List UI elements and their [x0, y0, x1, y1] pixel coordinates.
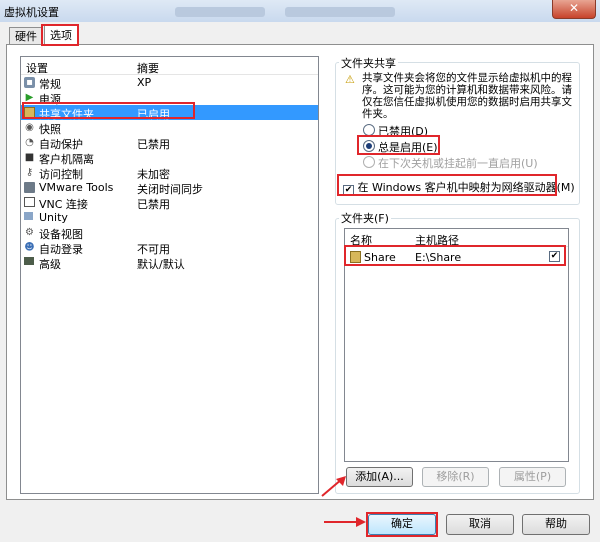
settings-item-access-control[interactable]: ⚷ 访问控制 未加密	[21, 165, 318, 181]
radio-circle	[363, 140, 375, 152]
window-title: 虚拟机设置	[4, 6, 59, 19]
settings-item-general[interactable]: ▪ 常规 XP	[21, 75, 318, 91]
radio-label: 已禁用(D)	[378, 125, 429, 138]
help-button[interactable]: 帮助	[522, 514, 590, 535]
settings-item-name: VMware Tools	[39, 181, 114, 194]
folder-sharing-description: 共享文件夹会将您的文件显示给虚拟机中的程序。这可能为您的计算机和数据带来风险。请…	[362, 72, 572, 120]
settings-item-summary: XP	[137, 76, 152, 89]
autoprotect-icon: ◔	[25, 137, 34, 148]
folder-sharing-title: 文件夹共享	[339, 55, 398, 71]
cancel-button[interactable]: 取消	[446, 514, 514, 535]
settings-item-summary: 默认/默认	[137, 258, 185, 271]
settings-item-vnc[interactable]: VNC 连接 已禁用	[21, 195, 318, 211]
title-bar-blur	[285, 7, 395, 17]
folder-properties-button[interactable]: 属性(P)	[499, 467, 566, 487]
tab-hardware[interactable]: 硬件	[9, 27, 43, 45]
unity-icon	[24, 212, 33, 220]
settings-item-name: 高级	[39, 258, 61, 271]
general-icon: ▪	[24, 77, 35, 88]
settings-item-autoprotect[interactable]: ◔ 自动保护 已禁用	[21, 135, 318, 151]
settings-item-unity[interactable]: Unity	[21, 210, 318, 225]
settings-item-vmware-tools[interactable]: VMware Tools 关闭时间同步	[21, 180, 318, 196]
annotation-arrow-ok	[324, 517, 366, 527]
settings-item-autologin[interactable]: ☻ 自动登录 不可用	[21, 240, 318, 256]
title-bar: 虚拟机设置 ✕	[0, 0, 600, 22]
checkbox-box: ✔	[343, 185, 354, 196]
close-button[interactable]: ✕	[552, 0, 596, 19]
settings-item-shared-folders[interactable]: 共享文件夹 已启用	[21, 105, 318, 121]
radio-label: 在下次关机或挂起前一直启用(U)	[378, 157, 538, 170]
power-play-icon: ▶	[25, 92, 34, 103]
settings-item-power[interactable]: ▶ 电源	[21, 90, 318, 106]
snapshot-icon: ◉	[25, 122, 34, 133]
column-header-summary[interactable]: 摘要	[137, 60, 159, 76]
folders-list-header: 名称 主机路径	[345, 229, 568, 247]
access-control-icon: ⚷	[25, 167, 34, 178]
settings-list-header: 设置 摘要	[21, 57, 318, 75]
column-header-setting[interactable]: 设置	[26, 60, 48, 76]
map-network-drive-label: 在 Windows 客户机中映射为网络驱动器(M)	[357, 181, 575, 194]
settings-item-name: Unity	[39, 211, 68, 224]
column-header-name[interactable]: 名称	[350, 232, 372, 248]
shared-folder-icon	[24, 107, 35, 118]
settings-item-guest-isolation[interactable]: ■ 客户机隔离	[21, 150, 318, 166]
radio-circle	[363, 124, 375, 136]
radio-circle	[363, 156, 375, 168]
tab-options[interactable]: 选项	[44, 25, 78, 46]
folders-title: 文件夹(F)	[339, 210, 391, 226]
radio-disabled-option[interactable]: 已禁用(D)	[363, 123, 428, 139]
settings-item-device-view[interactable]: ⚙ 设备视图	[21, 225, 318, 241]
remove-folder-button[interactable]: 移除(R)	[422, 467, 489, 487]
vnc-icon	[24, 197, 35, 207]
column-header-host-path[interactable]: 主机路径	[415, 232, 459, 248]
settings-item-snapshot[interactable]: ◉ 快照	[21, 120, 318, 136]
folder-row[interactable]: Share E:\Share ✔	[345, 248, 568, 266]
annotation-arrow-add	[321, 476, 346, 497]
autologin-icon: ☻	[24, 242, 35, 253]
folder-name: Share	[364, 251, 396, 264]
vmware-tools-icon	[24, 182, 35, 193]
ok-button[interactable]: 确定	[368, 514, 436, 535]
radio-until-shutdown[interactable]: 在下次关机或挂起前一直启用(U)	[363, 155, 538, 171]
add-folder-button[interactable]: 添加(A)...	[346, 467, 413, 487]
radio-label: 总是启用(E)	[378, 141, 438, 154]
settings-list[interactable]: 设置 摘要 ▪ 常规 XP ▶ 电源 共享文件夹 已启用 ◉ 快照 ◔ 自动保护…	[20, 56, 319, 494]
folder-enabled-checkbox[interactable]: ✔	[549, 251, 560, 262]
device-view-icon: ⚙	[25, 227, 34, 238]
folder-host-path: E:\Share	[415, 251, 462, 264]
shared-folder-icon	[350, 251, 361, 263]
lock-icon: ■	[24, 152, 35, 163]
warning-icon: ⚠	[345, 73, 355, 86]
radio-always-enabled[interactable]: 总是启用(E)	[363, 139, 438, 155]
advanced-icon	[24, 257, 34, 265]
folders-list[interactable]: 名称 主机路径 Share E:\Share ✔	[344, 228, 569, 462]
settings-item-advanced[interactable]: 高级 默认/默认	[21, 255, 318, 271]
map-network-drive-checkbox[interactable]: ✔ 在 Windows 客户机中映射为网络驱动器(M)	[343, 179, 575, 196]
title-bar-blur	[175, 7, 265, 17]
